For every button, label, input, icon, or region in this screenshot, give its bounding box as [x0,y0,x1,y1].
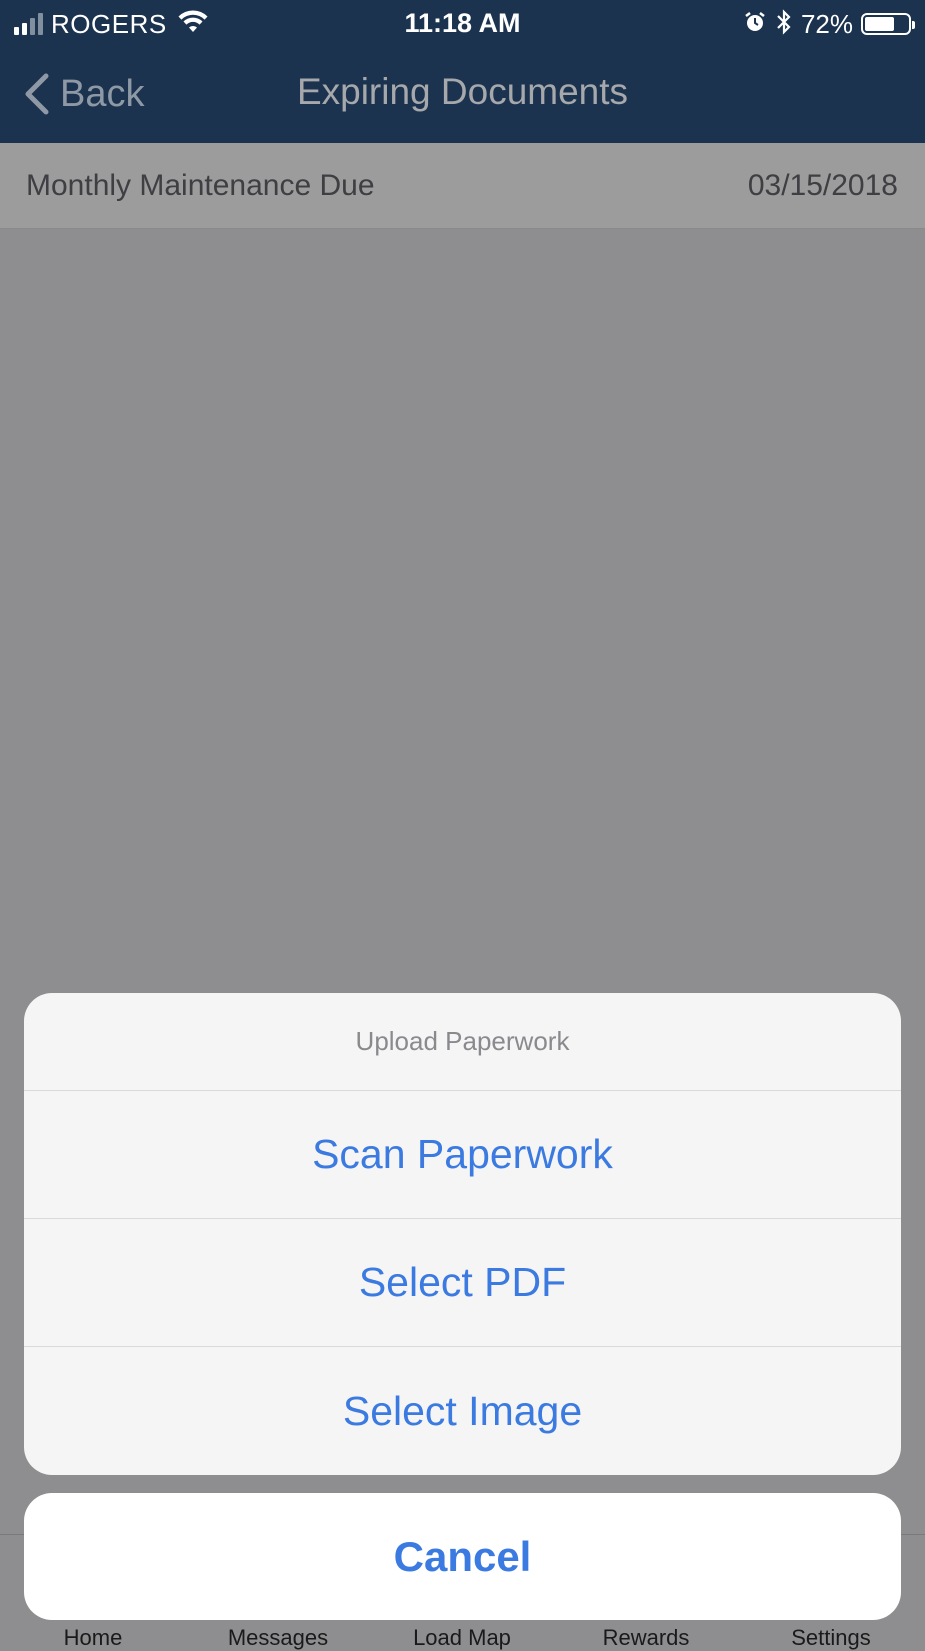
app-screen: ROGERS 11:18 AM 72% Back Expiring Docume… [0,0,925,1650]
alarm-icon [743,10,767,39]
bluetooth-icon [775,8,793,41]
page-title: Expiring Documents [296,71,629,112]
cancel-button[interactable]: Cancel [24,1493,901,1620]
action-sheet: Upload Paperwork Scan Paperwork Select P… [24,993,901,1475]
status-right: 72% [743,8,915,41]
battery-percent: 72% [800,8,853,39]
action-sheet-title: Upload Paperwork [24,993,901,1091]
document-name: Monthly Maintenance Due [26,169,375,202]
select-pdf-button[interactable]: Select PDF [24,1219,901,1347]
tab-messages[interactable]: Messages [198,1625,358,1651]
select-image-button[interactable]: Select Image [24,1347,901,1475]
tab-home[interactable]: Home [13,1625,173,1651]
header: ROGERS 11:18 AM 72% Back Expiring Docume… [0,0,925,143]
tab-rewards[interactable]: Rewards [566,1625,726,1651]
document-row[interactable]: Monthly Maintenance Due 03/15/2018 [0,143,925,229]
battery-icon [861,13,915,35]
tab-load-map[interactable]: Load Map [382,1625,542,1651]
status-bar: ROGERS 11:18 AM 72% [0,0,925,48]
tab-settings[interactable]: Settings [751,1625,911,1651]
document-date: 03/15/2018 [747,169,898,202]
nav-bar: Back Expiring Documents [0,48,925,143]
scan-paperwork-button[interactable]: Scan Paperwork [24,1091,901,1219]
